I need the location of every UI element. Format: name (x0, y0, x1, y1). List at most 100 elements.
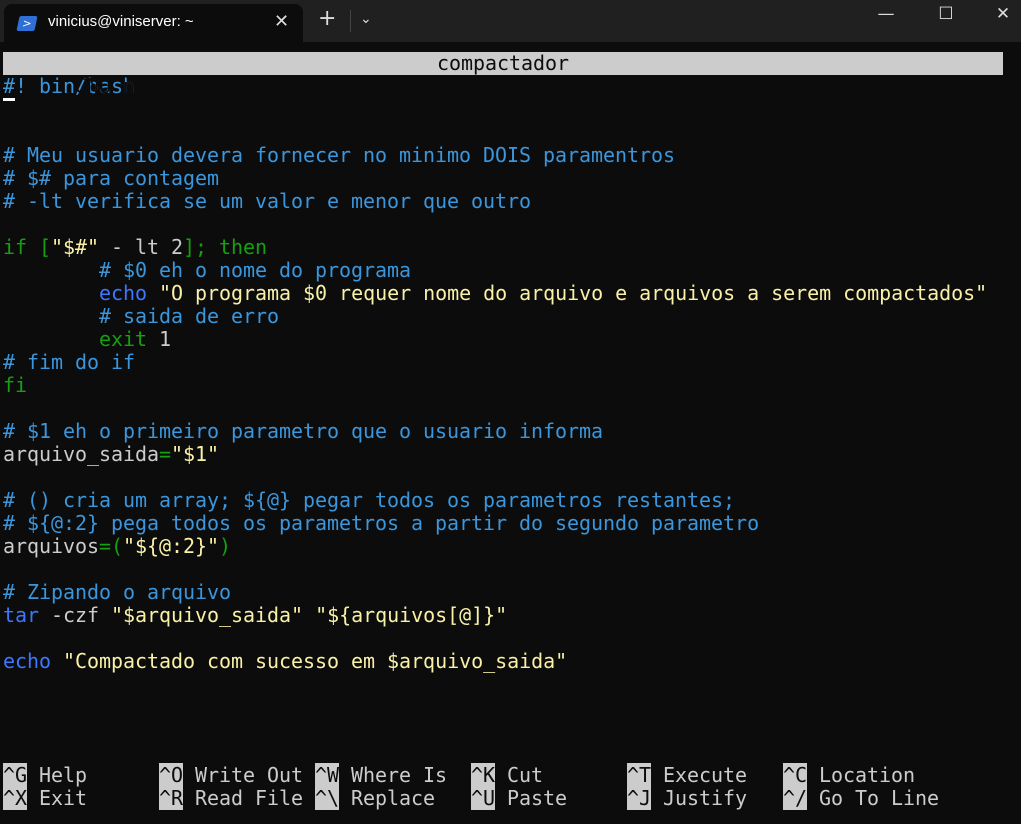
code-line[interactable]: # $1 eh o primeiro parametro que o usuar… (3, 420, 1003, 443)
shortcut-label: Replace (351, 786, 436, 810)
code-token: ]; then (183, 235, 268, 259)
shortcut-item[interactable]: ^J Justify (627, 786, 748, 810)
shortcut-key: ^K (471, 763, 496, 787)
shortcut-label: Justify (663, 786, 748, 810)
code-line[interactable]: # -lt verifica se um valor e menor que o… (3, 190, 1003, 213)
code-line[interactable]: # saida de erro (3, 305, 1003, 328)
code-line[interactable] (3, 627, 1003, 650)
code-token: tar (3, 603, 40, 627)
code-line[interactable]: # fim do if (3, 351, 1003, 374)
code-token: # saida de erro (3, 304, 280, 328)
shortcut-item[interactable]: ^/ Go To Line (783, 786, 939, 810)
code-line[interactable] (3, 213, 1003, 236)
shortcut-item[interactable]: ^T Execute (627, 763, 747, 787)
code-token: # $1 eh o primeiro parametro que o usuar… (3, 419, 604, 443)
code-line[interactable]: echo "Compactado com sucesso em $arquivo… (3, 650, 1003, 673)
code-token: "$#" (51, 235, 100, 259)
shortcut-key: ^O (159, 763, 184, 787)
code-token: # fim do if (3, 350, 136, 374)
terminal[interactable]: GNU nano 7.2 compactador #! bin/bash # M… (3, 52, 1003, 742)
shortcut-item[interactable]: ^R Read File (159, 786, 304, 810)
chevron-down-icon[interactable]: ⌄ (360, 11, 372, 27)
shortcut-item[interactable]: ^G Help (3, 763, 88, 787)
code-line[interactable] (3, 673, 1003, 696)
divider (350, 10, 351, 32)
code-line[interactable]: if ["$#" - lt 2]; then (3, 236, 1003, 259)
new-tab-button[interactable]: + (318, 6, 336, 31)
shortcut-item[interactable]: ^K Cut (471, 763, 567, 787)
code-token: "${@:2}" (123, 534, 220, 558)
code-token: echo (99, 281, 148, 305)
code-line[interactable] (3, 558, 1003, 581)
code-token: arquivo_saida (3, 442, 160, 466)
code-line[interactable] (3, 696, 1003, 719)
shortcut-key: ^J (627, 786, 652, 810)
code-line[interactable]: # ${@:2} pega todos os parametros a part… (3, 512, 1003, 535)
code-line[interactable]: arquivos=("${@:2}") (3, 535, 1003, 558)
shortcut-key: ^T (627, 763, 652, 787)
code-token: arquivos (3, 534, 100, 558)
shortcut-key: ^/ (783, 786, 808, 810)
shortcut-item[interactable]: ^U Paste (471, 786, 567, 810)
shortcut-label: Exit (39, 786, 88, 810)
close-window-button[interactable]: ✕ (983, 4, 1021, 24)
shortcut-key: ^R (159, 786, 184, 810)
code-token: # Meu usuario devera fornecer no minimo … (3, 143, 676, 167)
code-token: # ${@:2} pega todos os parametros a part… (3, 511, 760, 535)
code-token: # $0 eh o nome do programa (3, 258, 412, 282)
shortcut-label: Write Out (195, 763, 304, 787)
shortcut-label: Where Is (351, 763, 448, 787)
shortcut-key: ^C (783, 763, 808, 787)
code-line[interactable]: # $0 eh o nome do programa (3, 259, 1003, 282)
code-token: "$1" (171, 442, 220, 466)
code-line[interactable]: # () cria um array; ${@} pegar todos os … (3, 489, 1003, 512)
code-line[interactable]: tar -czf "$arquivo_saida" "${arquivos[@]… (3, 604, 1003, 627)
maximize-button[interactable]: ☐ (926, 4, 966, 24)
shortcut-item[interactable]: ^X Exit (3, 786, 88, 810)
code-token: =( (99, 534, 124, 558)
code-token: echo (3, 649, 52, 673)
shortcut-key: ^\ (315, 786, 340, 810)
code-line[interactable]: echo "O programa $0 requer nome do arqui… (3, 282, 1003, 305)
editor-area[interactable]: #! bin/bash # Meu usuario devera fornece… (3, 74, 1003, 742)
shortcut-item[interactable]: ^O Write Out (159, 763, 304, 787)
tab-terminal[interactable]: > vinicius@viniserver: ~ ✕ (4, 4, 303, 42)
shortcut-label: Help (39, 763, 88, 787)
code-token: "Compactado com sucesso em $arquivo_said… (63, 649, 568, 673)
code-line[interactable]: exit 1 (3, 328, 1003, 351)
shortcut-label: Read File (195, 786, 304, 810)
code-line[interactable] (3, 466, 1003, 489)
code-line[interactable] (3, 397, 1003, 420)
code-token: "${arquivos[@]}" (315, 603, 508, 627)
code-token: "O programa $0 requer nome do arquivo e … (159, 281, 988, 305)
shortcut-item[interactable]: ^C Location (783, 763, 939, 787)
code-token: -czf (39, 603, 112, 627)
minimize-button[interactable]: — (866, 4, 906, 24)
code-token: # () cria um array; ${@} pegar todos os … (3, 488, 736, 512)
code-line[interactable]: arquivo_saida="$1" (3, 443, 1003, 466)
shortcut-label: Location (819, 763, 916, 787)
code-line[interactable]: # Meu usuario devera fornecer no minimo … (3, 144, 1003, 167)
code-line[interactable] (3, 98, 1003, 121)
code-token: fi (3, 373, 28, 397)
code-token: # $# para contagem (3, 166, 220, 190)
code-line[interactable] (3, 719, 1003, 742)
code-token: ) (219, 534, 232, 558)
code-token: 1 (147, 327, 172, 351)
code-line[interactable] (3, 121, 1003, 144)
shortcut-key: ^G (3, 763, 28, 787)
code-line[interactable]: # $# para contagem (3, 167, 1003, 190)
code-line[interactable]: fi (3, 374, 1003, 397)
shortcut-item[interactable]: ^W Where Is (315, 763, 448, 787)
file-name: compactador (436, 51, 569, 75)
shortcut-label: Cut (507, 763, 544, 787)
tab-close-icon[interactable]: ✕ (274, 11, 289, 32)
code-token: exit (99, 327, 148, 351)
nano-version: GNU nano 7.2 (51, 74, 220, 98)
shortcut-item[interactable]: ^\ Replace (315, 786, 447, 810)
code-token: # -lt verifica se um valor e menor que o… (3, 189, 532, 213)
code-line[interactable]: # Zipando o arquivo (3, 581, 1003, 604)
